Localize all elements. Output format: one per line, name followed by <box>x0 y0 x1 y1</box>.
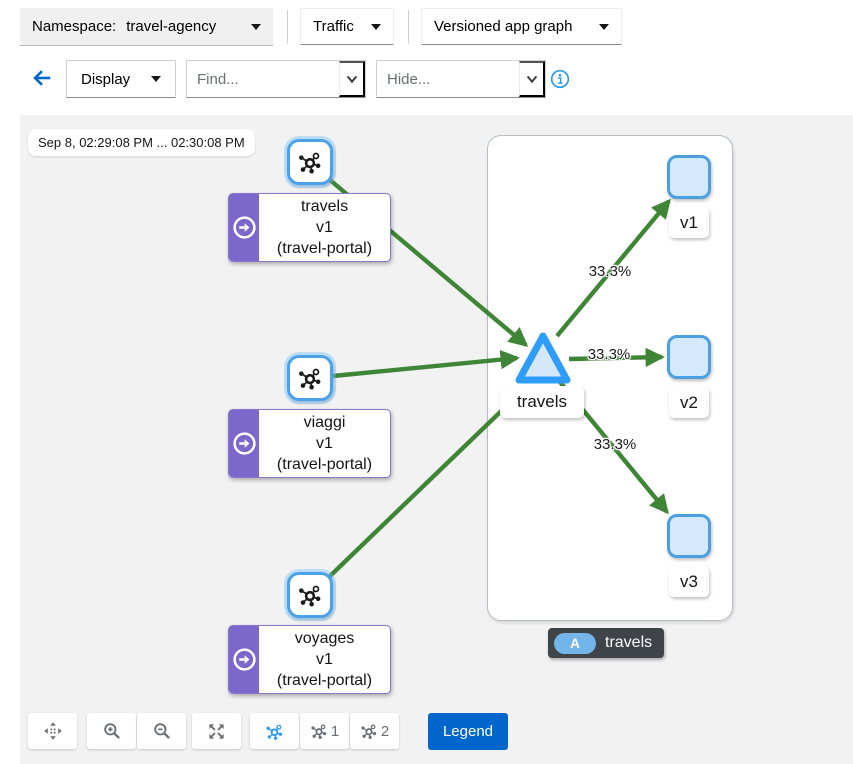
workload-node-label-v2: v2 <box>669 387 709 418</box>
workload-node-label-v1: v1 <box>669 207 709 238</box>
app-node-voyages[interactable] <box>287 572 333 618</box>
chevron-down-icon <box>524 71 540 87</box>
service-node-label: travels <box>500 386 584 418</box>
graph-time-range: Sep 8, 02:29:08 PM ... 02:30:08 PM <box>28 129 255 156</box>
workload-node-v1[interactable] <box>667 155 711 199</box>
graph-layout-number: 1 <box>331 723 339 740</box>
root-badge-strip <box>229 410 259 477</box>
namespace-dropdown[interactable]: Namespace: travel-agency <box>20 8 273 46</box>
graph-type-dropdown[interactable]: Versioned app graph <box>421 8 622 45</box>
zoom-in-button[interactable] <box>87 713 136 749</box>
app-namespace: (travel-portal) <box>277 454 372 475</box>
app-node-travels[interactable] <box>287 139 333 185</box>
graph-layout-icon <box>360 722 378 740</box>
back-arrow-icon <box>31 67 53 89</box>
back-button[interactable] <box>30 67 54 91</box>
toolbar-row-secondary: Display <box>0 60 853 98</box>
workload-node-v3[interactable] <box>667 514 711 558</box>
graph-layout-number: 2 <box>381 723 389 740</box>
chevron-down-icon <box>371 24 381 30</box>
app-name: travels <box>301 196 348 217</box>
app-label-viaggi[interactable]: viaggi v1 (travel-portal) <box>228 409 391 478</box>
root-badge-strip <box>229 626 259 693</box>
find-control <box>186 60 366 98</box>
chevron-down-icon <box>151 76 161 82</box>
app-icon <box>297 582 323 608</box>
app-badge: A <box>554 633 596 654</box>
hide-options-toggle[interactable] <box>519 61 545 97</box>
traffic-source-icon <box>233 432 256 455</box>
graph-layout-icon <box>265 722 284 741</box>
edge-label-v2: 33.3% <box>577 346 641 363</box>
app-group-name: travels <box>605 634 652 652</box>
graph-layout-default-button[interactable] <box>250 713 299 749</box>
find-options-toggle[interactable] <box>339 61 365 97</box>
display-dropdown-label: Display <box>81 71 130 88</box>
app-namespace: (travel-portal) <box>277 238 372 259</box>
app-label-text: travels v1 (travel-portal) <box>259 194 390 261</box>
app-label-voyages[interactable]: voyages v1 (travel-portal) <box>228 625 391 694</box>
find-input[interactable] <box>187 61 339 97</box>
workload-node-label-v3: v3 <box>669 566 709 597</box>
edge-viaggi-to-service[interactable] <box>333 358 517 376</box>
app-icon <box>297 149 323 175</box>
zoom-in-icon <box>102 721 122 741</box>
chevron-down-icon <box>599 24 609 30</box>
app-group-label[interactable]: A travels <box>548 628 664 658</box>
app-name: viaggi <box>304 412 346 433</box>
zoom-out-icon <box>152 721 172 741</box>
namespace-label: Namespace: <box>32 18 116 35</box>
graph-layout-1-button[interactable]: 1 <box>300 713 349 749</box>
chevron-down-icon <box>251 24 261 30</box>
app-label-text: voyages v1 (travel-portal) <box>259 626 390 693</box>
edge-label-v1: 33.3% <box>578 263 642 280</box>
app-label-text: viaggi v1 (travel-portal) <box>259 410 390 477</box>
app-label-travels[interactable]: travels v1 (travel-portal) <box>228 193 391 262</box>
service-node-travels[interactable] <box>514 329 572 387</box>
graph-layout-icon <box>310 722 328 740</box>
traffic-source-icon <box>233 648 256 671</box>
info-icon <box>550 69 570 89</box>
app-name: voyages <box>295 628 355 649</box>
graph-layout-2-button[interactable]: 2 <box>350 713 399 749</box>
chevron-down-icon <box>344 71 360 87</box>
legend-button[interactable]: Legend <box>428 713 508 750</box>
graph-type-dropdown-label: Versioned app graph <box>434 18 572 35</box>
toolbar-row-primary: Namespace: travel-agency Traffic Version… <box>0 8 853 46</box>
pan-button[interactable] <box>28 713 77 749</box>
root-badge-strip <box>229 194 259 261</box>
display-dropdown[interactable]: Display <box>66 60 176 98</box>
traffic-dropdown-label: Traffic <box>313 18 354 35</box>
toolbar-divider <box>408 10 409 44</box>
app-icon <box>297 365 323 391</box>
traffic-dropdown[interactable]: Traffic <box>300 8 394 45</box>
hide-input[interactable] <box>377 61 519 97</box>
toolbar-divider <box>287 10 288 44</box>
app-version: v1 <box>316 217 333 238</box>
hide-control <box>376 60 546 98</box>
graph-edges <box>20 115 853 764</box>
app-version: v1 <box>316 649 333 670</box>
fit-to-screen-button[interactable] <box>192 713 241 749</box>
namespace-value: travel-agency <box>126 18 216 35</box>
graph-info-button[interactable] <box>550 69 570 89</box>
workload-node-v2[interactable] <box>667 335 711 379</box>
expand-icon <box>207 722 226 741</box>
pan-icon <box>43 721 63 741</box>
zoom-out-button[interactable] <box>137 713 186 749</box>
app-node-viaggi[interactable] <box>287 355 333 401</box>
app-version: v1 <box>316 433 333 454</box>
graph-toolbar: Namespace: travel-agency Traffic Version… <box>0 0 853 115</box>
graph-canvas[interactable]: Sep 8, 02:29:08 PM ... 02:30:08 PM 33.3%… <box>20 115 853 764</box>
traffic-source-icon <box>233 216 256 239</box>
app-namespace: (travel-portal) <box>277 670 372 691</box>
edge-label-v3: 33.3% <box>583 436 647 453</box>
